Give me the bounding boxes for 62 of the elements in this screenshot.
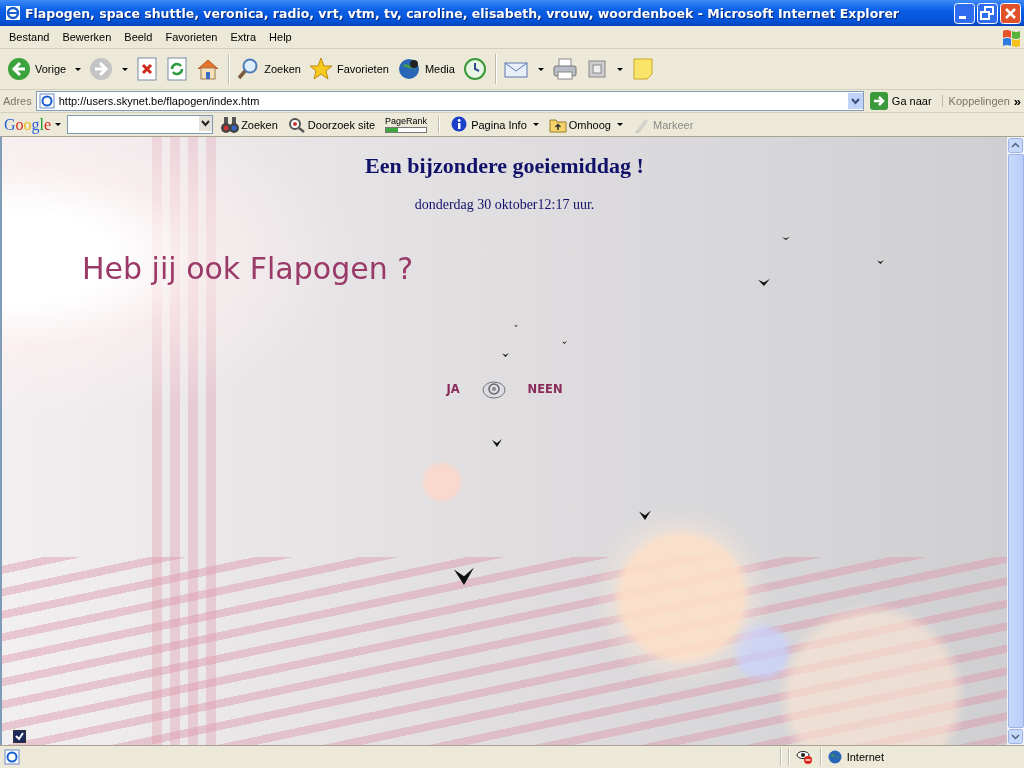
restore-icon[interactable] xyxy=(977,2,998,24)
frame-icon xyxy=(585,58,608,80)
bird-icon xyxy=(877,259,884,264)
menu-item[interactable]: Extra xyxy=(223,31,263,43)
bird-icon xyxy=(562,340,567,344)
stop-icon xyxy=(136,57,159,81)
page-heading: Een bijzondere goeiemiddag ! xyxy=(364,153,645,179)
dropdown-button[interactable] xyxy=(847,93,863,109)
close-icon[interactable] xyxy=(1000,2,1021,24)
bird-icon xyxy=(492,437,502,447)
menu-item[interactable]: Beeld xyxy=(117,31,159,43)
house-icon xyxy=(196,57,221,81)
menu-item[interactable]: Help xyxy=(262,31,298,43)
answer-link[interactable]: NEEN xyxy=(527,382,563,396)
menu-item[interactable]: Favorieten xyxy=(158,31,224,43)
bird-icon xyxy=(502,352,509,357)
search-button[interactable]: Zoeken xyxy=(233,55,304,83)
menu-item[interactable]: Bestand xyxy=(2,31,56,43)
clock-icon xyxy=(462,57,487,81)
bird-icon xyxy=(782,236,790,240)
links-button[interactable]: Koppelingen xyxy=(941,95,1010,107)
favorites-button[interactable]: Favorieten xyxy=(305,55,392,83)
answer-link[interactable]: JA xyxy=(446,382,460,396)
address-label: Adres xyxy=(3,95,32,107)
up-button[interactable]: Omhoog xyxy=(546,115,625,134)
globe-icon xyxy=(396,57,421,81)
binoculars-icon xyxy=(221,115,240,134)
pagerank-meter: PageRank xyxy=(383,116,430,133)
scroll-down-icon[interactable] xyxy=(1008,729,1023,744)
check-icon xyxy=(15,732,24,741)
date-text: donderdag 30 oktober12:17 uur. xyxy=(413,197,596,213)
site-search-icon xyxy=(287,115,306,134)
bird-icon xyxy=(758,277,770,286)
window-title: Flapogen, space shuttle, veronica, radio, vrt, vtm, tv, caroline, elisabeth, vrouw, woordenboek - Microsoft Internet Explorer xyxy=(25,5,901,21)
search-button[interactable]: Zoeken xyxy=(219,115,280,134)
browser-icon xyxy=(5,5,21,21)
go-arrow-icon xyxy=(869,92,888,110)
go-button[interactable]: Ga naar xyxy=(867,92,938,110)
printer-icon xyxy=(551,57,578,81)
page-icon xyxy=(38,93,55,109)
page-status-icon xyxy=(4,749,20,765)
scroll-up-icon[interactable] xyxy=(1008,138,1023,153)
checkbox[interactable] xyxy=(13,730,26,743)
page-info-button[interactable]: Pagina Info xyxy=(449,115,541,134)
star-icon xyxy=(308,57,333,81)
dropdown-button[interactable] xyxy=(199,116,213,131)
media-button[interactable]: Media xyxy=(393,55,458,83)
note-icon xyxy=(630,57,655,81)
question-text: Heb jij ook Flapogen ? xyxy=(82,251,414,286)
more-links-button[interactable]: » xyxy=(1013,93,1021,109)
refresh-icon xyxy=(166,57,189,81)
site-search-button[interactable]: Doorzoek site xyxy=(285,115,378,134)
address-field[interactable]: http://users.skynet.be/flapogen/index.htm xyxy=(35,91,864,111)
minimize-icon[interactable] xyxy=(954,2,975,24)
search-field[interactable] xyxy=(67,115,214,134)
globe-icon xyxy=(827,750,842,764)
menu-item[interactable]: Bewerken xyxy=(55,31,118,43)
privacy-blocked-icon xyxy=(795,749,814,765)
back-button[interactable]: Vorige xyxy=(4,55,85,83)
google-logo[interactable]: Google xyxy=(4,115,62,134)
zone-label: Internet xyxy=(846,751,884,763)
bird-icon xyxy=(514,324,518,327)
